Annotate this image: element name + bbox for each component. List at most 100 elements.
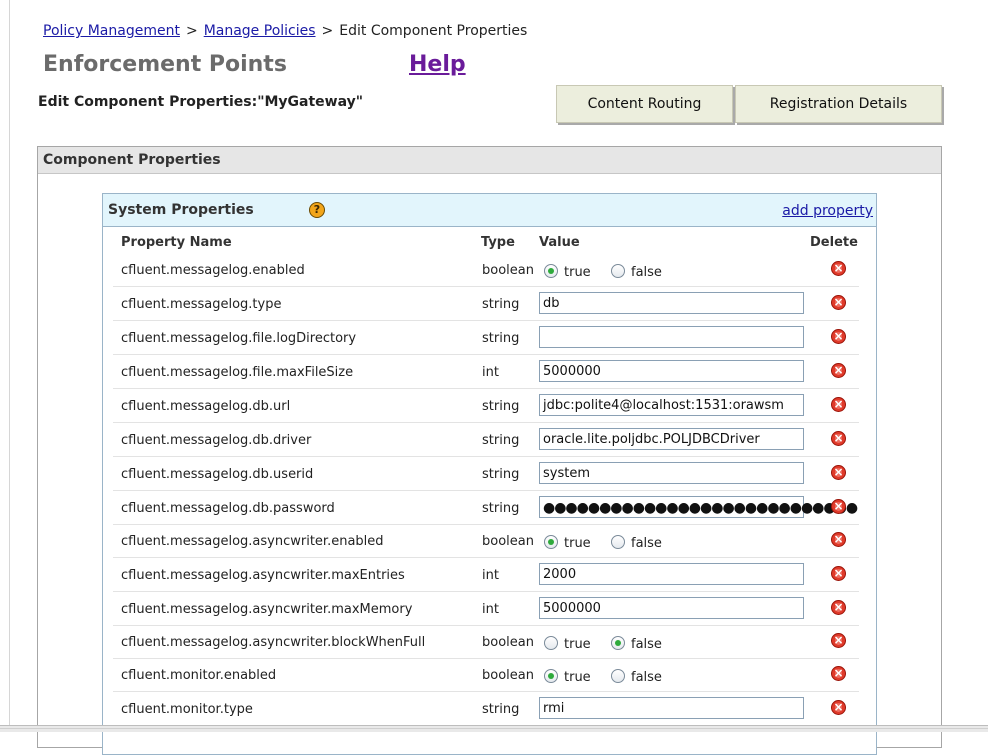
property-value-input[interactable]: 5000000 (539, 597, 804, 619)
delete-icon[interactable]: × (831, 600, 846, 615)
true-radio[interactable] (544, 535, 558, 549)
false-radio[interactable] (611, 535, 625, 549)
page-title: Enforcement Points (43, 52, 287, 77)
property-type: string (482, 399, 520, 414)
false-label: false (631, 536, 662, 551)
delete-icon[interactable]: × (831, 465, 846, 480)
delete-icon[interactable]: × (831, 532, 846, 547)
property-type: string (482, 297, 520, 312)
registration-details-button[interactable]: Registration Details (735, 85, 942, 123)
breadcrumb-separator: > (185, 23, 198, 39)
delete-icon[interactable]: × (831, 329, 846, 344)
property-name: cfluent.monitor.enabled (121, 668, 277, 683)
delete-icon[interactable]: × (831, 431, 846, 446)
delete-icon[interactable]: × (831, 666, 846, 681)
property-type: int (482, 602, 499, 617)
system-properties-title: System Properties (108, 202, 254, 218)
property-value-input[interactable]: db (539, 292, 804, 314)
property-name: cfluent.messagelog.asyncwriter.blockWhen… (121, 635, 426, 650)
delete-icon[interactable]: × (831, 499, 846, 514)
property-value-input[interactable]: jdbc:polite4@localhost:1531:orawsm (539, 394, 804, 416)
help-link[interactable]: Help (409, 52, 466, 77)
row-divider (113, 286, 859, 287)
property-name: cfluent.messagelog.type (121, 297, 282, 312)
property-name: cfluent.messagelog.db.url (121, 399, 291, 414)
property-name: cfluent.monitor.type (121, 702, 253, 717)
delete-icon[interactable]: × (831, 261, 846, 276)
true-radio[interactable] (544, 264, 558, 278)
property-type: string (482, 501, 520, 516)
column-header-property-name: Property Name (121, 235, 232, 250)
property-name: cfluent.messagelog.db.driver (121, 433, 312, 448)
property-type: boolean (482, 668, 534, 683)
delete-icon[interactable]: × (831, 363, 846, 378)
page-left-border (9, 0, 10, 731)
false-radio[interactable] (611, 636, 625, 650)
window-bottom-line (0, 728, 988, 729)
breadcrumb-separator: > (321, 23, 334, 39)
true-label: true (564, 265, 591, 280)
property-value-input[interactable]: 2000 (539, 563, 804, 585)
column-header-type: Type (481, 235, 515, 250)
row-divider (113, 354, 859, 355)
password-input[interactable]: ●●●●●●●●●●●●●●●●●●●●●●●●●●●● (539, 496, 858, 518)
false-radio[interactable] (611, 669, 625, 683)
property-type: string (482, 702, 520, 717)
false-label: false (631, 265, 662, 280)
row-divider (113, 557, 859, 558)
property-type: int (482, 568, 499, 583)
property-type: string (482, 433, 520, 448)
property-value-input[interactable]: oracle.lite.poljdbc.POLJDBCDriver (539, 428, 804, 450)
breadcrumb-current: Edit Component Properties (339, 23, 528, 39)
property-name: cfluent.messagelog.db.password (121, 501, 335, 516)
breadcrumb: Policy Management > Manage Policies > Edit C… (43, 23, 527, 39)
property-type: string (482, 331, 520, 346)
row-divider (113, 658, 859, 659)
property-type: boolean (482, 534, 534, 549)
true-radio[interactable] (544, 669, 558, 683)
edit-component-subtitle: Edit Component Properties:"MyGateway" (38, 94, 364, 110)
row-divider (113, 388, 859, 389)
property-name: cfluent.messagelog.file.logDirectory (121, 331, 357, 346)
row-divider (113, 524, 859, 525)
row-divider (113, 691, 859, 692)
delete-icon[interactable]: × (831, 295, 846, 310)
delete-icon[interactable]: × (831, 566, 846, 581)
property-name: cfluent.messagelog.db.userid (121, 467, 314, 482)
true-radio[interactable] (544, 636, 558, 650)
breadcrumb-policy-management[interactable]: Policy Management (43, 23, 180, 39)
row-divider (113, 490, 859, 491)
content-routing-button[interactable]: Content Routing (556, 85, 733, 123)
property-name: cfluent.messagelog.enabled (121, 263, 305, 278)
property-name: cfluent.messagelog.asyncwriter.enabled (121, 534, 384, 549)
property-name: cfluent.messagelog.asyncwriter.maxMemory (121, 602, 413, 617)
property-value-input[interactable]: 5000000 (539, 360, 804, 382)
property-value-input[interactable] (539, 326, 804, 348)
false-radio[interactable] (611, 264, 625, 278)
column-header-delete: Delete (810, 235, 858, 250)
property-value-input[interactable]: rmi (539, 697, 804, 719)
delete-icon[interactable]: × (831, 700, 846, 715)
true-label: true (564, 536, 591, 551)
system-properties-header: System Properties ? add property (103, 194, 876, 227)
property-value-input[interactable]: system (539, 462, 804, 484)
column-header-value: Value (539, 235, 580, 250)
true-label: true (564, 637, 591, 652)
property-type: boolean (482, 263, 534, 278)
false-label: false (631, 670, 662, 685)
property-type: int (482, 365, 499, 380)
delete-icon[interactable]: × (831, 397, 846, 412)
false-label: false (631, 637, 662, 652)
true-label: true (564, 670, 591, 685)
help-icon[interactable]: ? (309, 202, 325, 218)
component-properties-title: Component Properties (38, 147, 941, 174)
row-divider (113, 456, 859, 457)
row-divider (113, 625, 859, 626)
delete-icon[interactable]: × (831, 633, 846, 648)
property-type: boolean (482, 635, 534, 650)
property-name: cfluent.messagelog.asyncwriter.maxEntrie… (121, 568, 405, 583)
property-type: string (482, 467, 520, 482)
add-property-link[interactable]: add property (782, 203, 873, 219)
property-name: cfluent.messagelog.file.maxFileSize (121, 365, 354, 380)
breadcrumb-manage-policies[interactable]: Manage Policies (204, 23, 316, 39)
